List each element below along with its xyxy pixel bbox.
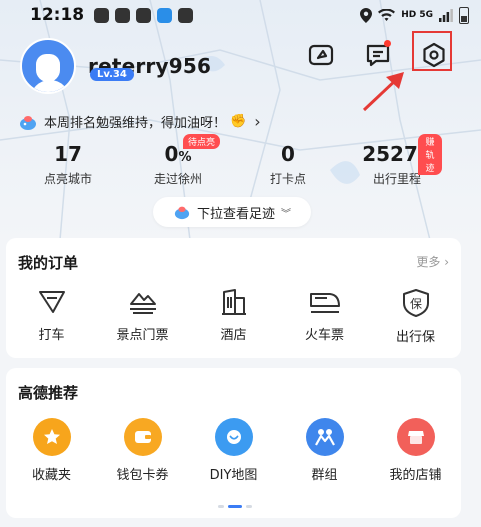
recommend-item-wallet[interactable]: 钱包卡券: [97, 418, 188, 483]
stat-unit: %: [178, 150, 192, 165]
pull-tab-label: 下拉查看足迹: [196, 206, 275, 222]
recommend-label: 收藏夹: [31, 468, 71, 483]
shop-icon: [396, 418, 435, 456]
star-icon: [32, 418, 71, 456]
stat-badge: 赚轨迹: [418, 134, 442, 175]
orders-items: 打车 景点门票 酒店 火车票 保 出行保: [6, 288, 461, 345]
page-dot: [246, 505, 252, 508]
recommend-item-favorites[interactable]: 收藏夹: [6, 418, 97, 483]
settings-highlight-box: [412, 31, 452, 71]
unread-dot: [384, 40, 391, 47]
wifi-icon: [378, 8, 396, 21]
notification-icon: [115, 7, 131, 23]
status-time: 12:18: [30, 5, 85, 25]
share-button[interactable]: [305, 38, 339, 72]
page-indicator: [218, 505, 252, 508]
battery-icon: [459, 6, 469, 24]
signal-icon: [439, 8, 453, 22]
recommend-items: 收藏夹 钱包卡券 DIY地图 群组 我的店铺: [6, 418, 461, 483]
mascot-icon: [174, 206, 190, 220]
page-dot-active: [228, 505, 242, 508]
group-icon: [305, 418, 344, 456]
recommend-card: 高德推荐 收藏夹 钱包卡券 DIY地图 群组 我的店铺: [6, 368, 461, 518]
stat-cities[interactable]: 17 点亮城市: [23, 142, 113, 187]
hotel-icon: [221, 289, 246, 315]
level-badge: Lv.34: [90, 68, 134, 81]
rank-banner[interactable]: 本周排名勉强维持，得加油呀！ ✊ ›: [18, 112, 261, 131]
notification-icon: [136, 7, 152, 23]
network-label: HD 5G: [401, 10, 433, 20]
recommend-label: DIY地图: [209, 468, 258, 483]
recommend-label: 钱包卡券: [116, 468, 169, 483]
chevron-right-icon: ›: [254, 112, 261, 131]
recommend-item-diy-map[interactable]: DIY地图: [188, 418, 279, 483]
recommend-title: 高德推荐: [18, 384, 79, 402]
order-label: 景点门票: [116, 328, 169, 343]
location-icon: [360, 7, 373, 23]
messages-button[interactable]: [361, 38, 395, 72]
diy-map-icon: [214, 418, 253, 456]
order-label: 火车票: [304, 328, 344, 343]
stat-value: 0: [164, 142, 179, 166]
muscle-icon: ✊: [230, 114, 247, 129]
notification-icon: [94, 7, 110, 23]
orders-more-link[interactable]: 更多 ›: [416, 253, 449, 270]
profile-header[interactable]: reterry956 Lv.34: [20, 38, 211, 94]
stat-badge: 待点亮: [183, 134, 221, 149]
scenic-ticket-icon: [129, 293, 156, 314]
stat-label: 打卡点: [269, 172, 306, 186]
stat-value: 17: [54, 142, 82, 166]
order-item-hotel[interactable]: 酒店: [188, 288, 279, 345]
stat-checkins[interactable]: 0 打卡点: [243, 142, 333, 187]
order-item-insurance[interactable]: 保 出行保: [370, 288, 461, 345]
orders-card: 我的订单 更多 › 打车 景点门票 酒店 火车票 保 出行保: [6, 238, 461, 358]
recommend-item-group[interactable]: 群组: [279, 418, 370, 483]
order-label: 酒店: [220, 328, 247, 343]
order-item-scenic[interactable]: 景点门票: [97, 288, 188, 345]
train-icon: [309, 293, 340, 313]
chevron-down-icon: ︾: [281, 208, 291, 220]
stat-value: 0: [281, 142, 295, 166]
taxi-icon: [38, 291, 65, 313]
app-notification-icon: [157, 7, 173, 23]
page-dot: [218, 505, 224, 508]
mascot-icon: [20, 115, 36, 130]
recommend-label: 群组: [311, 468, 338, 483]
share-icon: [308, 44, 334, 66]
orders-title: 我的订单: [18, 254, 79, 272]
recommend-item-shop[interactable]: 我的店铺: [370, 418, 461, 483]
insurance-icon: 保: [402, 289, 429, 317]
rank-message: 本周排名勉强维持，得加油呀！: [44, 116, 227, 131]
pull-footprint-tab[interactable]: 下拉查看足迹 ︾: [153, 197, 311, 227]
annotation-arrow-icon: [362, 72, 404, 112]
order-label: 出行保: [395, 330, 435, 345]
order-label: 打车: [38, 328, 65, 343]
status-bar: 12:18 HD 5G: [0, 0, 481, 30]
order-item-train[interactable]: 火车票: [279, 288, 370, 345]
avatar[interactable]: [20, 38, 76, 94]
stats-row: 17 点亮城市 待点亮 0% 走过徐州 0 打卡点 赚轨迹 25276 出行里程: [0, 134, 481, 194]
notification-icon: [178, 7, 194, 23]
recommend-label: 我的店铺: [389, 468, 442, 483]
stat-city-walked[interactable]: 待点亮 0% 走过徐州: [133, 134, 223, 187]
order-item-taxi[interactable]: 打车: [6, 288, 97, 345]
wallet-icon: [123, 418, 162, 456]
stat-mileage[interactable]: 赚轨迹 25276 出行里程: [352, 134, 442, 187]
stat-label: 点亮城市: [43, 172, 92, 186]
svg-text:保: 保: [409, 297, 421, 311]
stat-label: 走过徐州: [153, 172, 202, 186]
